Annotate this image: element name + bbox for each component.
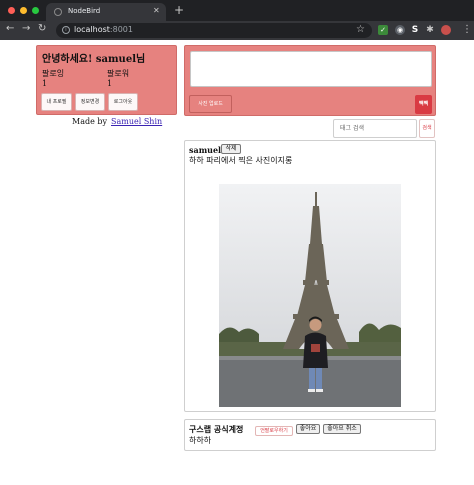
unlike-button[interactable]: 좋아요 취소 [323, 424, 361, 434]
upload-image-button[interactable]: 사진 업로드 [189, 95, 232, 113]
greeting-text: 안녕하세요! samuel님 [42, 54, 146, 65]
tag-search-input[interactable]: 태그 검색 [333, 119, 417, 138]
window-close-button[interactable] [8, 7, 15, 14]
post-form: 사진 업로드 짹짹 [184, 45, 436, 116]
unfollow-button[interactable]: 언팔로우하기 [255, 426, 293, 436]
logout-button[interactable]: 로그아웃 [108, 93, 138, 111]
following-label: 팔로잉 [42, 69, 65, 78]
browser-chrome: NodeBird ✕ + ← → ↻ i localhost:8001 ☆ ✓ … [0, 0, 474, 40]
favicon-icon [54, 8, 62, 16]
edit-info-button[interactable]: 정보변경 [75, 93, 105, 111]
profile-card: 안녕하세요! samuel님 팔로잉 팔로워 1 1 내 프로필 정보변경 로그… [36, 45, 177, 115]
url-text: localhost:8001 [74, 25, 133, 34]
tab-strip: NodeBird ✕ + [0, 0, 474, 21]
made-by-credit: Made by Samuel Shin [72, 117, 162, 126]
author-link[interactable]: Samuel Shin [111, 117, 162, 126]
forward-icon[interactable]: → [22, 23, 30, 34]
post-author: 구스랩 공식계정 [189, 424, 244, 434]
post-image [219, 184, 401, 407]
star-icon[interactable]: ☆ [356, 24, 365, 35]
post-textarea[interactable] [190, 51, 432, 87]
post-card: 구스랩 공식계정 언팔로우하기 좋아요 좋아요 취소 하하하 [184, 419, 436, 451]
extension-icon[interactable]: ◉ [395, 25, 405, 35]
follower-label: 팔로워 [107, 69, 130, 78]
s-extension-icon[interactable]: S [410, 25, 420, 35]
avatar[interactable] [441, 25, 451, 35]
shield-extension-icon[interactable]: ✓ [378, 25, 388, 35]
following-count: 1 [42, 79, 48, 88]
address-bar[interactable]: i localhost:8001 ☆ [56, 23, 372, 38]
post-content: 하하하 [189, 436, 212, 445]
delete-post-button[interactable]: 삭제 [221, 144, 241, 154]
post-author: samuel [189, 145, 222, 155]
submit-post-button[interactable]: 짹짹 [415, 95, 432, 114]
tab-close-icon[interactable]: ✕ [153, 6, 160, 15]
info-icon[interactable]: i [62, 26, 70, 34]
window-zoom-button[interactable] [32, 7, 39, 14]
browser-toolbar: ← → ↻ i localhost:8001 ☆ ✓ ◉ S ✱ ⋮ [0, 21, 474, 40]
post-card: samuel 삭제 하하 파리에서 찍은 사진이지롱 [184, 140, 436, 412]
post-content: 하하 파리에서 찍은 사진이지롱 [189, 156, 293, 165]
reload-icon[interactable]: ↻ [38, 23, 46, 34]
made-by-text: Made by [72, 117, 107, 126]
back-icon[interactable]: ← [6, 23, 14, 34]
browser-tab[interactable]: NodeBird ✕ [46, 3, 166, 21]
my-profile-button[interactable]: 내 프로필 [41, 93, 72, 111]
new-tab-icon[interactable]: + [174, 3, 184, 17]
like-button[interactable]: 좋아요 [296, 424, 320, 434]
window-minimize-button[interactable] [20, 7, 27, 14]
menu-icon[interactable]: ⋮ [462, 24, 472, 35]
extensions-icon[interactable]: ✱ [425, 25, 435, 35]
follower-count: 1 [107, 79, 113, 88]
tag-search-button[interactable]: 검색 [419, 119, 435, 138]
tab-title: NodeBird [68, 7, 101, 15]
